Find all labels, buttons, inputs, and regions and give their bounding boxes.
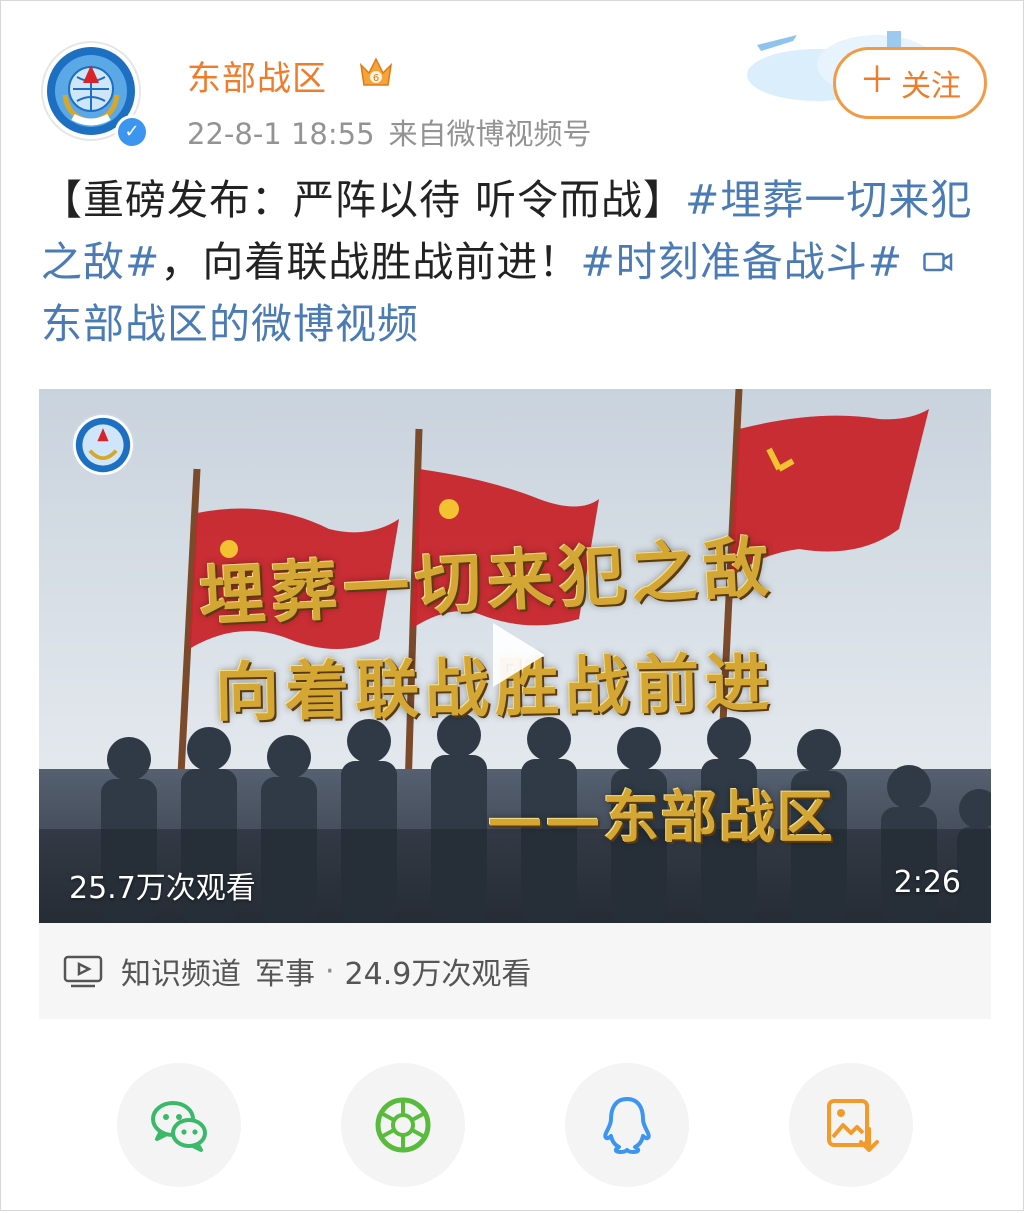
video-calligraphy-signature: ——东部战区 (487, 785, 835, 851)
follow-button[interactable]: ＋ 关注 (833, 47, 987, 119)
channel-category[interactable]: 军事 (255, 949, 315, 993)
verified-badge: ✓ (115, 115, 149, 149)
separator-dot: · (325, 953, 335, 989)
share-moments-button[interactable] (341, 1063, 465, 1187)
share-qq-button[interactable] (565, 1063, 689, 1187)
save-image-button[interactable] (789, 1063, 913, 1187)
follow-label: 关注 (901, 69, 961, 104)
plus-icon: ＋ (858, 60, 895, 101)
video-channel-icon (63, 955, 103, 988)
verified-check-icon: ✓ (118, 118, 146, 146)
crown-badge-icon: 6 (359, 57, 393, 86)
video-camera-icon (923, 252, 953, 272)
moments-icon (375, 1097, 431, 1153)
video-player[interactable]: 埋葬一切来犯之敌 向着联战胜战前进 ——东部战区 25.7万次观看 2:26 (39, 389, 991, 923)
wechat-icon (151, 1101, 207, 1152)
post-headline: 【重磅发布：严阵以待 听令而战】 (41, 176, 686, 224)
video-watermark-logo-icon (71, 413, 135, 477)
post-timestamp: 22-8-1 18:55 (187, 117, 375, 151)
channel-name[interactable]: 知识频道 (121, 949, 241, 993)
video-view-count: 25.7万次观看 (69, 871, 256, 906)
save-image-icon (827, 1099, 879, 1152)
weibo-post-card: ✓ 东部战区 6 22-8-1 18:55 来自微博视频号 ＋ 关注 【重磅发布：… (0, 0, 1024, 1211)
qq-icon (603, 1097, 651, 1154)
post-body: ，向着联战胜战前进！ (160, 238, 581, 286)
post-text: 【重磅发布：严阵以待 听令而战】#埋葬一切来犯之敌#，向着联战胜战前进！#时刻准… (41, 169, 991, 355)
channel-bar[interactable]: 知识频道 军事 · 24.9万次观看 (39, 923, 991, 1019)
post-meta: 22-8-1 18:55 来自微博视频号 (187, 111, 592, 153)
share-wechat-button[interactable] (117, 1063, 241, 1187)
channel-view-count: 24.9万次观看 (344, 957, 532, 992)
play-icon[interactable] (475, 615, 555, 695)
video-link[interactable]: 东部战区的微博视频 (41, 300, 419, 348)
hashtag-link[interactable]: #时刻准备战斗# (580, 238, 903, 286)
post-source[interactable]: 来自微博视频号 (389, 117, 592, 151)
crown-level: 6 (373, 73, 379, 84)
video-duration: 2:26 (893, 865, 961, 900)
username[interactable]: 东部战区 (187, 51, 327, 100)
